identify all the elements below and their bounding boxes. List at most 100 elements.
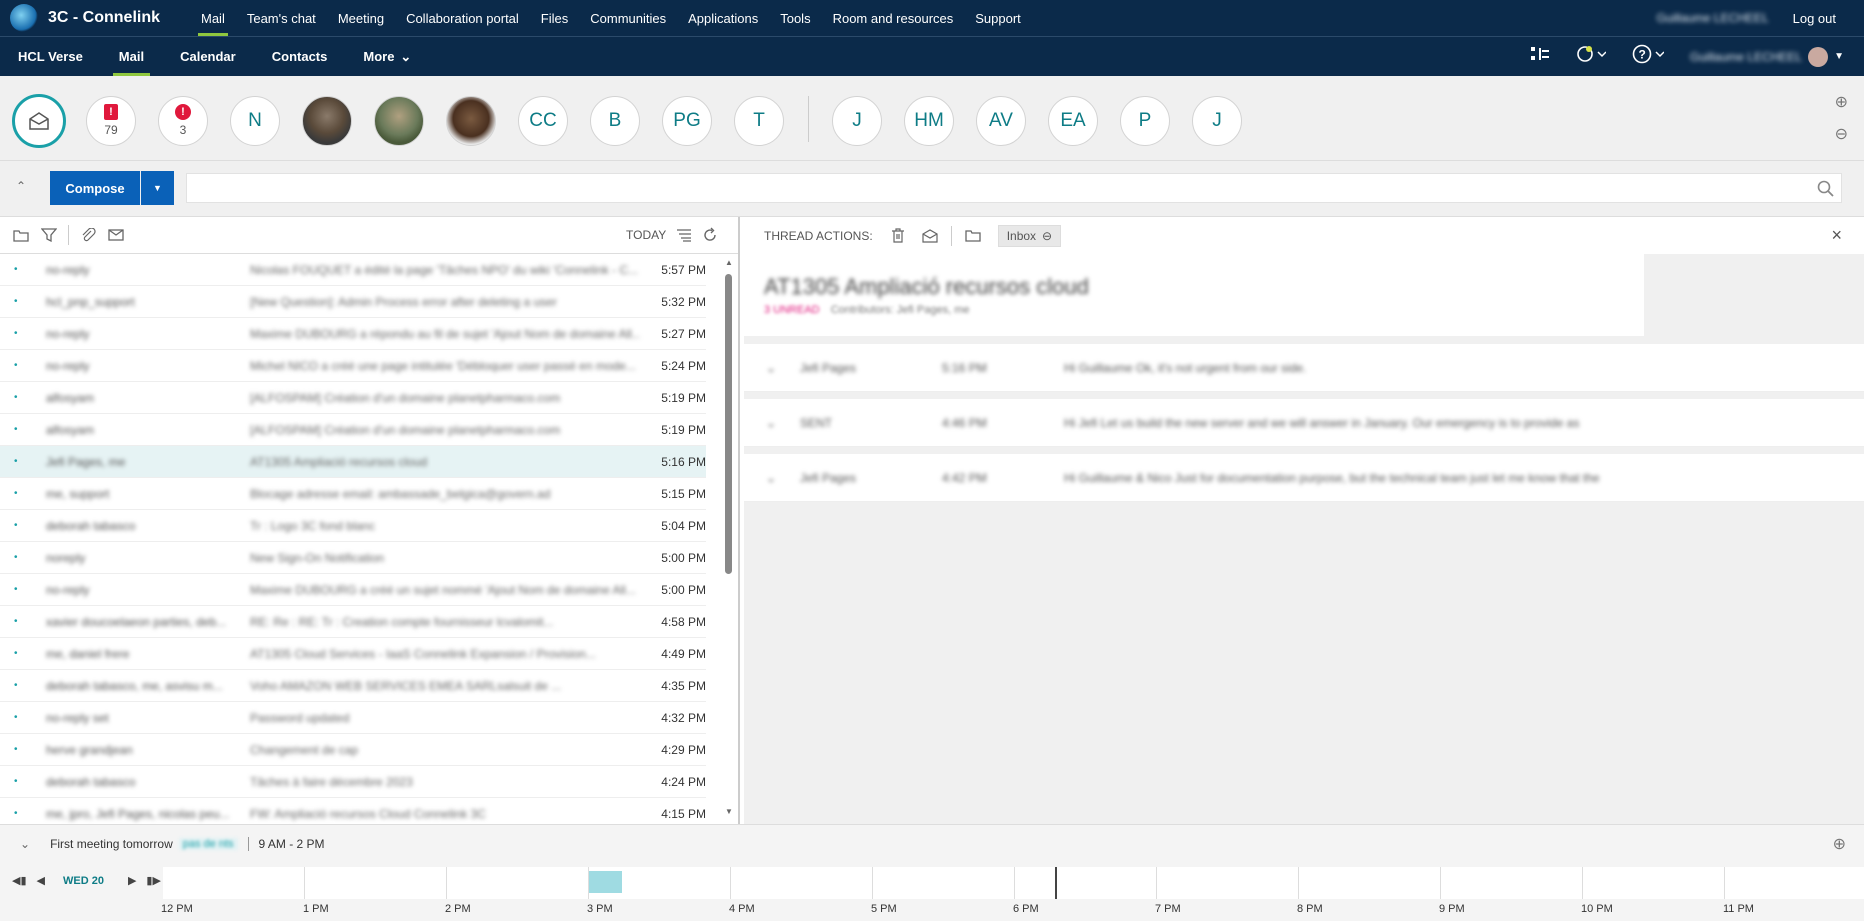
zoom-out-icon[interactable]: ⊖ — [1835, 124, 1848, 144]
topnav-tools[interactable]: Tools — [769, 0, 821, 36]
mail-row[interactable]: • noreply New Sign-On Notification 5:00 PM — [0, 542, 706, 574]
org-chart-icon[interactable] — [1530, 45, 1550, 68]
mail-row[interactable]: • no-reply set Password updated 4:32 PM — [0, 702, 706, 734]
select-checkbox-icon[interactable]: • — [14, 744, 28, 755]
compose-dropdown-button[interactable]: ▼ — [141, 171, 174, 205]
sort-icon[interactable] — [673, 224, 695, 246]
meeting-tag[interactable]: pas de nts — [178, 837, 238, 850]
secnav-more[interactable]: More ⌄ — [345, 37, 429, 77]
select-checkbox-icon[interactable]: • — [14, 456, 28, 467]
mail-row[interactable]: • no-reply Maxime DUBOURG a répondu au fil… — [0, 318, 706, 350]
unread-filter-icon[interactable] — [105, 224, 127, 246]
topnav-team-s-chat[interactable]: Team's chat — [236, 0, 327, 36]
scroll-up-icon[interactable]: ▲ — [725, 258, 733, 267]
all-mail-bubble[interactable] — [12, 94, 66, 148]
person-photo-bubble[interactable] — [302, 96, 352, 146]
select-checkbox-icon[interactable]: • — [14, 616, 28, 627]
topnav-applications[interactable]: Applications — [677, 0, 769, 36]
expand-icon[interactable]: ⌄ — [766, 361, 776, 375]
compose-button[interactable]: Compose — [50, 171, 140, 205]
person-bubble-cc[interactable]: CC — [518, 96, 568, 146]
remove-tag-icon[interactable]: ⊖ — [1042, 229, 1052, 243]
pane-splitter[interactable] — [738, 217, 740, 824]
trash-icon[interactable] — [887, 225, 909, 247]
scrollbar-thumb[interactable] — [725, 274, 732, 574]
person-photo-bubble[interactable] — [374, 96, 424, 146]
top-user-name[interactable]: Guillaume LECHEEL — [1657, 11, 1769, 25]
mail-row[interactable]: • xavier doucoelaeon parties, deb... RE: R… — [0, 606, 706, 638]
select-checkbox-icon[interactable]: • — [14, 488, 28, 499]
mail-row[interactable]: • no-reply Michel NICO a créé une page int… — [0, 350, 706, 382]
person-bubble-p[interactable]: P — [1120, 96, 1170, 146]
zoom-in-icon[interactable]: ⊕ — [1835, 92, 1848, 112]
first-day-icon[interactable]: ◀▮ — [12, 874, 27, 887]
last-day-icon[interactable]: ▮▶ — [146, 874, 161, 887]
mail-row[interactable]: • me, support Blocage adresse email: ambas… — [0, 478, 706, 510]
person-bubble-ea[interactable]: EA — [1048, 96, 1098, 146]
select-checkbox-icon[interactable]: • — [14, 808, 28, 819]
thread-message[interactable]: ⌄ SENT 4:46 PM Hi Jefi Let us build the new… — [744, 399, 1864, 447]
expand-icon[interactable]: ⌄ — [766, 471, 776, 485]
select-checkbox-icon[interactable]: • — [14, 648, 28, 659]
thread-message[interactable]: ⌄ Jefi Pages 4:42 PM Hi Guillaume & Nico Ju… — [744, 454, 1864, 502]
notifications-icon[interactable] — [1576, 45, 1607, 68]
secnav-mail[interactable]: Mail — [101, 37, 162, 77]
select-checkbox-icon[interactable]: • — [14, 776, 28, 787]
select-checkbox-icon[interactable]: • — [14, 328, 28, 339]
mail-row[interactable]: • alfosyam [ALFOSPAM] Création d'un domain… — [0, 382, 706, 414]
secnav-hcl-verse[interactable]: HCL Verse — [0, 37, 101, 77]
select-checkbox-icon[interactable]: • — [14, 296, 28, 307]
help-icon[interactable]: ? — [1632, 44, 1665, 69]
move-folder-icon[interactable] — [962, 225, 984, 247]
next-day-icon[interactable]: ▶ — [128, 874, 136, 887]
person-bubble-t[interactable]: T — [734, 96, 784, 146]
app-logo[interactable]: 3C - Connelink — [0, 4, 190, 32]
mail-row[interactable]: • alfosyam [ALFOSPAM] Création d'un domain… — [0, 414, 706, 446]
prev-day-icon[interactable]: ◀ — [37, 874, 45, 887]
attachment-filter-icon[interactable] — [77, 224, 99, 246]
select-checkbox-icon[interactable]: • — [14, 680, 28, 691]
search-icon[interactable] — [1817, 180, 1835, 198]
person-bubble-av[interactable]: AV — [976, 96, 1026, 146]
collapse-calendar-icon[interactable]: ⌄ — [20, 837, 30, 851]
select-checkbox-icon[interactable]: • — [14, 520, 28, 531]
topnav-collaboration-portal[interactable]: Collaboration portal — [395, 0, 530, 36]
important-bubble[interactable]: ! 79 — [86, 96, 136, 146]
topnav-communities[interactable]: Communities — [579, 0, 677, 36]
mail-row[interactable]: • no-reply Maxime DUBOURG a créé un sujet … — [0, 574, 706, 606]
logout-link[interactable]: Log out — [1793, 11, 1836, 26]
person-bubble-n[interactable]: N — [230, 96, 280, 146]
mail-row[interactable]: • me, daniel frere AT1305 Cloud Services -… — [0, 638, 706, 670]
topnav-meeting[interactable]: Meeting — [327, 0, 395, 36]
topnav-room-and-resources[interactable]: Room and resources — [822, 0, 965, 36]
mail-list-scrollbar[interactable]: ▲ ▼ — [722, 254, 736, 820]
mail-row[interactable]: • deborah tabasco, me, asvisu m... Voho AM… — [0, 670, 706, 702]
mail-row[interactable]: • Jefi Pages, me AT1305 Ampliació recursos… — [0, 446, 706, 478]
user-avatar[interactable] — [1808, 46, 1829, 67]
select-checkbox-icon[interactable]: • — [14, 424, 28, 435]
mail-row[interactable]: • hcl_pnp_support [New Question]: Admin Pr… — [0, 286, 706, 318]
mail-row[interactable]: • deborah tabasco Tâches à faire décembre … — [0, 766, 706, 798]
select-checkbox-icon[interactable]: • — [14, 584, 28, 595]
refresh-icon[interactable] — [699, 224, 721, 246]
verse-user-name[interactable]: Guillaume LECHEEL — [1690, 50, 1802, 64]
thread-message[interactable]: ⌄ Jefi Pages 5:16 PM Hi Guillaume Ok, it's … — [744, 344, 1864, 392]
person-bubble-j[interactable]: J — [832, 96, 882, 146]
filter-icon[interactable] — [38, 224, 60, 246]
person-bubble-j2[interactable]: J — [1192, 96, 1242, 146]
mail-row[interactable]: • deborah tabasco Tr : Logo 3C fond blanc 5… — [0, 510, 706, 542]
topnav-support[interactable]: Support — [964, 0, 1032, 36]
select-checkbox-icon[interactable]: • — [14, 360, 28, 371]
mail-row[interactable]: • no-reply Nicolas FOUQUET a édité la page… — [0, 254, 706, 286]
person-bubble-pg[interactable]: PG — [662, 96, 712, 146]
needs-action-bubble[interactable]: ! 3 — [158, 96, 208, 146]
topnav-files[interactable]: Files — [530, 0, 579, 36]
person-bubble-b[interactable]: B — [590, 96, 640, 146]
folder-tag[interactable]: Inbox ⊖ — [997, 224, 1062, 247]
expand-icon[interactable]: ⌄ — [766, 416, 776, 430]
add-event-icon[interactable]: ⊕ — [1833, 834, 1846, 854]
select-checkbox-icon[interactable]: • — [14, 392, 28, 403]
meeting-block[interactable] — [589, 871, 622, 893]
secnav-calendar[interactable]: Calendar — [162, 37, 254, 77]
search-input[interactable] — [186, 173, 1842, 203]
